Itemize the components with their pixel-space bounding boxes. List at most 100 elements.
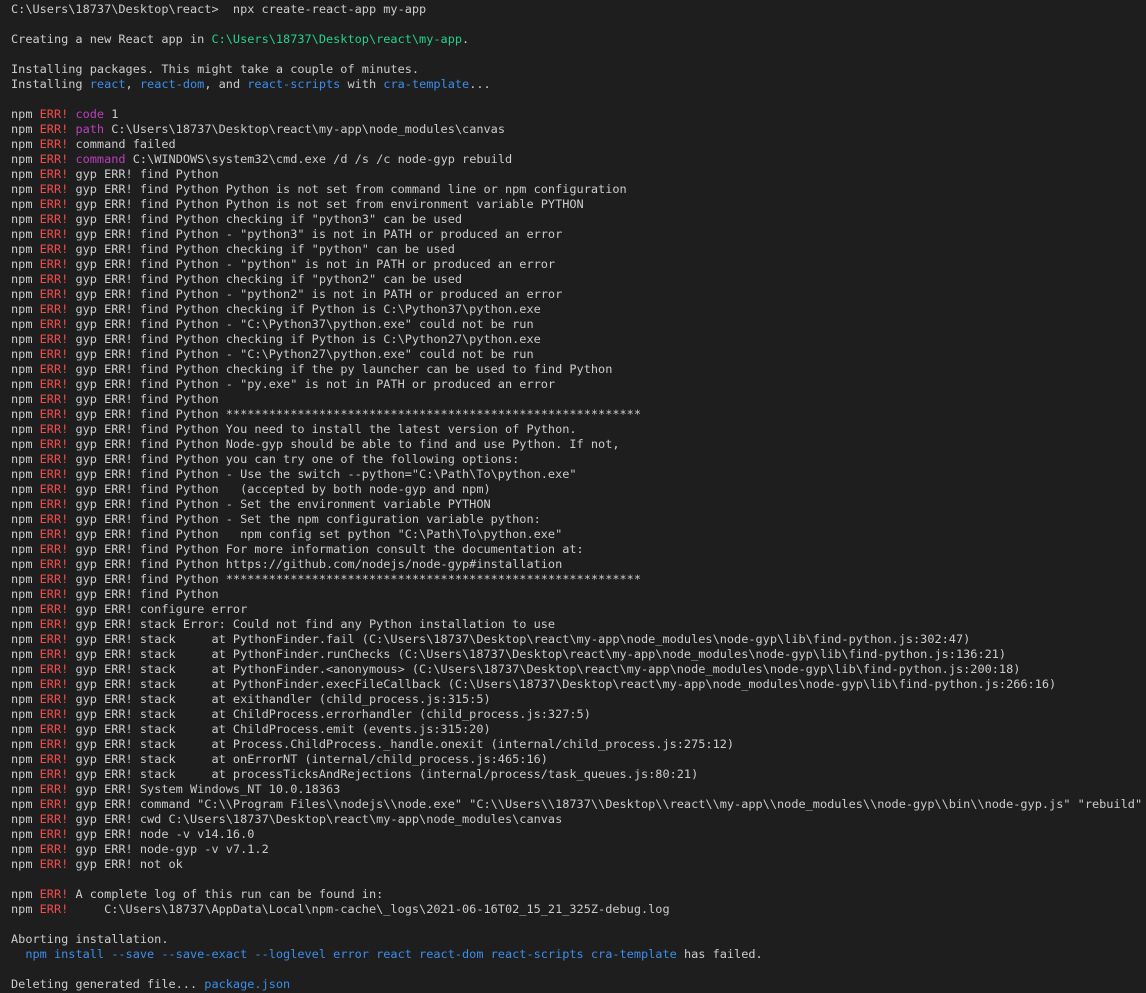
text-err: ERR!: [39, 182, 69, 196]
text-plain: gyp ERR! find Python checking if Python …: [68, 332, 541, 346]
text-err: ERR!: [39, 467, 69, 481]
terminal-line: npm ERR! gyp ERR! stack at ChildProcess.…: [11, 722, 1146, 737]
text-plain: gyp ERR! stack at Process.ChildProcess._…: [68, 737, 735, 751]
text-plain: npm: [11, 377, 40, 391]
terminal-line: npm ERR! gyp ERR! find Python - "py.exe"…: [11, 377, 1146, 392]
text-plain: [11, 947, 25, 961]
terminal-line: npm ERR! gyp ERR! find Python **********…: [11, 407, 1146, 422]
text-plain: npm: [11, 737, 40, 751]
terminal-line: npm ERR! gyp ERR! find Python https://gi…: [11, 557, 1146, 572]
terminal-line: npm ERR! gyp ERR! find Python npm config…: [11, 527, 1146, 542]
text-plain: npm: [11, 407, 40, 421]
terminal-line: npm ERR! gyp ERR! System Windows_NT 10.0…: [11, 782, 1146, 797]
terminal-line: npm ERR! gyp ERR! stack at Process.Child…: [11, 737, 1146, 752]
text-plain: npm: [11, 542, 40, 556]
text-plain: gyp ERR! stack Error: Could not find any…: [68, 617, 556, 631]
text-err: ERR!: [39, 347, 69, 361]
text-plain: gyp ERR! configure error: [68, 602, 248, 616]
text-err: ERR!: [39, 557, 69, 571]
text-plain: npm: [11, 152, 40, 166]
text-plain: npm: [11, 197, 40, 211]
text-plain: npm: [11, 617, 40, 631]
terminal-line: npm ERR! gyp ERR! find Python - "python"…: [11, 257, 1146, 272]
text-plain: gyp ERR! node -v v14.16.0: [68, 827, 255, 841]
text-pkg: npm install --save --save-exact --loglev…: [25, 947, 677, 961]
text-plain: C:\Users\18737\Desktop\react\my-app\node…: [104, 122, 505, 136]
terminal-line: npm ERR! code 1: [11, 107, 1146, 122]
text-plain: npm: [11, 512, 40, 526]
text-plain: gyp ERR! find Python - "python2" is not …: [68, 287, 563, 301]
text-pkg: package.json: [204, 977, 291, 991]
text-plain: gyp ERR! find Python Python is not set f…: [68, 197, 584, 211]
terminal-line: npm ERR! gyp ERR! node -v v14.16.0: [11, 827, 1146, 842]
text-plain: gyp ERR! find Python - "python3" is not …: [68, 227, 563, 241]
terminal-line: npm ERR! gyp ERR! find Python - "python3…: [11, 227, 1146, 242]
terminal-line: npm ERR! gyp ERR! find Python You need t…: [11, 422, 1146, 437]
text-key: code: [75, 107, 105, 121]
text-plain: npm: [11, 707, 40, 721]
text-path: C:\Users\18737\Desktop\react\my-app: [211, 32, 463, 46]
text-err: ERR!: [39, 332, 69, 346]
terminal-line: Aborting installation.: [11, 932, 1146, 947]
terminal-line: npm ERR! gyp ERR! stack at exithandler (…: [11, 692, 1146, 707]
text-plain: Aborting installation.: [11, 932, 169, 946]
text-plain: gyp ERR! find Python https://github.com/…: [68, 557, 563, 571]
terminal-line: npm ERR! gyp ERR! find Python (accepted …: [11, 482, 1146, 497]
text-err: ERR!: [39, 107, 69, 121]
text-err: ERR!: [39, 152, 69, 166]
text-err: ERR!: [39, 827, 69, 841]
text-plain: npm: [11, 887, 40, 901]
text-err: ERR!: [39, 572, 69, 586]
text-err: ERR!: [39, 272, 69, 286]
text-plain: C:\Users\18737\Desktop\react> npx create…: [11, 2, 427, 16]
text-err: ERR!: [39, 497, 69, 511]
terminal-line: npm ERR! gyp ERR! find Python Python is …: [11, 182, 1146, 197]
text-plain: Deleting generated file...: [11, 977, 205, 991]
text-plain: npm: [11, 752, 40, 766]
text-err: ERR!: [39, 767, 69, 781]
text-err: ERR!: [39, 362, 69, 376]
text-pkg: react-dom: [139, 77, 205, 91]
terminal-line: npm ERR! gyp ERR! cwd C:\Users\18737\Des…: [11, 812, 1146, 827]
text-plain: npm: [11, 857, 40, 871]
terminal-line: Installing packages. This might take a c…: [11, 62, 1146, 77]
text-plain: gyp ERR! find Python - "C:\Python37\pyth…: [68, 317, 534, 331]
text-err: ERR!: [39, 137, 69, 151]
text-plain: npm: [11, 392, 40, 406]
text-plain: gyp ERR! stack at onErrorNT (internal/ch…: [68, 752, 548, 766]
terminal-output[interactable]: C:\Users\18737\Desktop\react> npx create…: [0, 0, 1146, 993]
text-err: ERR!: [39, 782, 69, 796]
text-err: ERR!: [39, 287, 69, 301]
text-err: ERR!: [39, 677, 69, 691]
text-plain: npm: [11, 122, 40, 136]
text-plain: ...: [469, 77, 491, 91]
text-plain: npm: [11, 182, 40, 196]
text-err: ERR!: [39, 512, 69, 526]
terminal-line: npm ERR! gyp ERR! find Python Node-gyp s…: [11, 437, 1146, 452]
text-plain: gyp ERR! command "C:\\Program Files\\nod…: [68, 797, 1143, 811]
text-plain: npm: [11, 257, 40, 271]
text-err: ERR!: [39, 797, 69, 811]
terminal-line: npm ERR! gyp ERR! stack at onErrorNT (in…: [11, 752, 1146, 767]
text-plain: npm: [11, 242, 40, 256]
terminal-line: npm ERR! gyp ERR! stack at ChildProcess.…: [11, 707, 1146, 722]
text-err: ERR!: [39, 887, 69, 901]
terminal-line: npm install --save --save-exact --loglev…: [11, 947, 1146, 962]
text-err: ERR!: [39, 227, 69, 241]
text-plain: gyp ERR! find Python Python is not set f…: [68, 182, 627, 196]
text-plain: gyp ERR! find Python - Use the switch --…: [68, 467, 577, 481]
text-err: ERR!: [39, 902, 69, 916]
text-plain: npm: [11, 317, 40, 331]
terminal-line: npm ERR! gyp ERR! stack at PythonFinder.…: [11, 647, 1146, 662]
terminal-line: npm ERR! gyp ERR! find Python For more i…: [11, 542, 1146, 557]
text-err: ERR!: [39, 452, 69, 466]
text-err: ERR!: [39, 422, 69, 436]
text-plain: gyp ERR! stack at ChildProcess.emit (eve…: [68, 722, 491, 736]
text-plain: gyp ERR! find Python (accepted by both n…: [68, 482, 491, 496]
text-plain: npm: [11, 137, 40, 151]
text-plain: A complete log of this run can be found …: [68, 887, 384, 901]
terminal-line: npm ERR! gyp ERR! find Python Python is …: [11, 197, 1146, 212]
